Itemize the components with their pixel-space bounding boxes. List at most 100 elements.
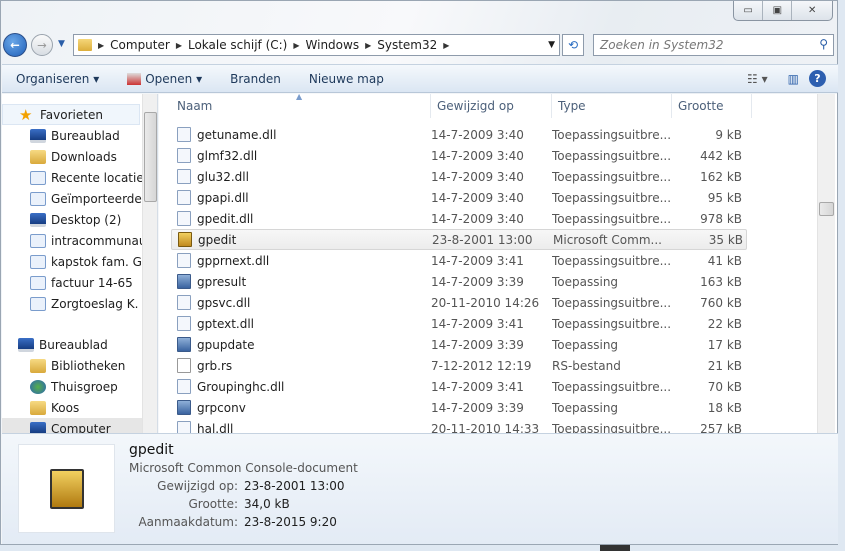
file-size: 442 kB bbox=[700, 148, 742, 163]
column-modified[interactable]: Gewijzigd op bbox=[431, 94, 552, 118]
search-icon[interactable]: ⚲ bbox=[819, 37, 828, 51]
details-field-label: Gewijzigd op: bbox=[157, 479, 238, 493]
new-folder-button[interactable]: Nieuwe map bbox=[295, 72, 398, 86]
file-row[interactable]: glmf32.dll 14-7-2009 3:40 Toepassingsuitbr… bbox=[171, 145, 747, 166]
file-date: 14-7-2009 3:41 bbox=[431, 253, 524, 268]
file-row[interactable]: gpsvc.dll 20-11-2010 14:26 Toepassingsuitb… bbox=[171, 292, 747, 313]
details-field-value: 23-8-2001 13:00 bbox=[244, 479, 345, 493]
minimize-button[interactable]: ▭ bbox=[734, 1, 764, 20]
history-dropdown-icon[interactable]: ▼ bbox=[58, 39, 65, 49]
nav-desktop-item[interactable]: Bibliotheken bbox=[2, 355, 125, 376]
file-row[interactable]: gpupdate 14-7-2009 3:39 Toepassing 17 kB bbox=[171, 334, 747, 355]
file-date: 14-7-2009 3:39 bbox=[431, 400, 524, 415]
shortcut-icon bbox=[30, 233, 46, 248]
file-list-scrollbar-thumb[interactable] bbox=[819, 202, 834, 216]
library-icon bbox=[30, 358, 46, 373]
nav-favorite-item[interactable]: Geïmporteerde af bbox=[2, 188, 157, 209]
column-size[interactable]: Grootte bbox=[672, 94, 752, 118]
breadcrumb-system32[interactable]: System32 bbox=[377, 38, 437, 52]
nav-favorite-item[interactable]: Zorgtoeslag K. Vo bbox=[2, 293, 157, 314]
file-size: 22 kB bbox=[707, 316, 742, 331]
maximize-button[interactable]: ▣ bbox=[763, 1, 793, 20]
file-row[interactable]: hal.dll 20-11-2010 14:33 Toepassingsuitbre… bbox=[171, 418, 747, 433]
shortcut-icon bbox=[30, 296, 46, 311]
breadcrumb-windows[interactable]: Windows bbox=[306, 38, 360, 52]
close-button[interactable]: ✕ bbox=[792, 1, 832, 20]
details-file-name: gpedit bbox=[129, 442, 174, 458]
nav-scrollbar-thumb[interactable] bbox=[144, 112, 157, 202]
nav-favorite-item[interactable]: Desktop (2) bbox=[2, 209, 121, 230]
dll-file-icon bbox=[177, 190, 191, 205]
file-date: 14-7-2009 3:41 bbox=[431, 379, 524, 394]
help-button[interactable]: ? bbox=[809, 70, 826, 87]
refresh-button[interactable]: ⟲ bbox=[562, 34, 584, 56]
nav-desktop-item[interactable]: Computer bbox=[2, 418, 142, 433]
breadcrumb-computer[interactable]: Computer bbox=[110, 38, 170, 52]
nav-desktop-item[interactable]: Koos bbox=[2, 397, 79, 418]
details-pane: gpedit Microsoft Common Console-document… bbox=[2, 433, 838, 544]
organize-button[interactable]: Organiseren ▾ bbox=[2, 72, 113, 86]
nav-favorite-item[interactable]: Recente locaties bbox=[2, 167, 150, 188]
exe-file-icon bbox=[177, 274, 191, 289]
nav-favorite-item[interactable]: kapstok fam. Gro bbox=[2, 251, 154, 272]
file-name: glu32.dll bbox=[197, 169, 249, 184]
file-list: Naam ▲ Gewijzigd op Type Grootte getunam… bbox=[159, 94, 837, 433]
file-row[interactable]: Groupinghc.dll 14-7-2009 3:41 Toepassingsu… bbox=[171, 376, 747, 397]
file-name: Groupinghc.dll bbox=[197, 379, 285, 394]
file-date: 14-7-2009 3:40 bbox=[431, 169, 524, 184]
file-name: hal.dll bbox=[197, 421, 234, 434]
burn-button[interactable]: Branden bbox=[216, 72, 295, 86]
file-name: grb.rs bbox=[197, 358, 233, 373]
desktop-icon bbox=[30, 128, 46, 143]
file-type: Toepassingsuitbre... bbox=[552, 211, 672, 226]
forward-button[interactable]: → bbox=[31, 34, 53, 56]
nav-desktop[interactable]: Bureaublad bbox=[2, 334, 108, 355]
desktop-icon bbox=[18, 337, 34, 352]
nav-favorites[interactable]: ★ Favorieten bbox=[2, 104, 140, 125]
details-file-type: Microsoft Common Console-document bbox=[129, 461, 358, 475]
file-row[interactable]: gpresult 14-7-2009 3:39 Toepassing 163 kB bbox=[171, 271, 747, 292]
file-row[interactable]: glu32.dll 14-7-2009 3:40 Toepassingsuitbre… bbox=[171, 166, 747, 187]
nav-favorite-item[interactable]: intracommunaut bbox=[2, 230, 151, 251]
breadcrumb-c-drive[interactable]: Lokale schijf (C:) bbox=[188, 38, 287, 52]
file-row[interactable]: gptext.dll 14-7-2009 3:41 Toepassingsuitbr… bbox=[171, 313, 747, 334]
file-list-scrollbar[interactable] bbox=[817, 94, 835, 433]
file-row[interactable]: gpedit.dll 14-7-2009 3:40 Toepassingsuitbr… bbox=[171, 208, 747, 229]
file-type: Toepassing bbox=[552, 337, 619, 352]
file-row[interactable]: grpconv 14-7-2009 3:39 Toepassing 18 kB bbox=[171, 397, 747, 418]
file-date: 14-7-2009 3:40 bbox=[431, 127, 524, 142]
nav-favorite-item[interactable]: factuur 14-65 bbox=[2, 272, 133, 293]
file-row[interactable]: grb.rs 7-12-2012 12:19 RS-bestand 21 kB bbox=[171, 355, 747, 376]
file-type: Toepassing bbox=[552, 400, 619, 415]
details-field-value: 23-8-2015 9:20 bbox=[244, 515, 337, 529]
address-bar[interactable]: ▶ Computer ▶ Lokale schijf (C:) ▶ Windows ▶… bbox=[73, 34, 560, 56]
file-size: 21 kB bbox=[707, 358, 742, 373]
file-type: RS-bestand bbox=[552, 358, 621, 373]
file-row[interactable]: gpprnext.dll 14-7-2009 3:41 Toepassingsuit… bbox=[171, 250, 747, 271]
details-field-value: 34,0 kB bbox=[244, 497, 290, 511]
file-date: 14-7-2009 3:40 bbox=[431, 190, 524, 205]
open-button[interactable]: Openen ▾ bbox=[113, 72, 216, 86]
nav-favorite-item[interactable]: Bureaublad bbox=[2, 125, 120, 146]
navigation-pane: ★ Favorieten Bureaublad Downloads Recente l… bbox=[2, 94, 158, 433]
view-options-button[interactable]: ☷ ▾ bbox=[747, 72, 778, 86]
nav-scrollbar[interactable] bbox=[142, 94, 157, 433]
file-date: 14-7-2009 3:39 bbox=[431, 274, 524, 289]
nav-desktop-item[interactable]: Thuisgroep bbox=[2, 376, 118, 397]
open-icon bbox=[127, 72, 142, 85]
address-dropdown-icon[interactable]: ▼ bbox=[548, 40, 555, 50]
file-name: gptext.dll bbox=[197, 316, 255, 331]
file-date: 14-7-2009 3:39 bbox=[431, 337, 524, 352]
file-date: 23-8-2001 13:00 bbox=[432, 232, 533, 247]
file-row[interactable]: gpedit 23-8-2001 13:00 Microsoft Comm... 35… bbox=[171, 229, 747, 250]
column-type[interactable]: Type bbox=[552, 94, 672, 118]
file-row[interactable]: getuname.dll 14-7-2009 3:40 Toepassingsuit… bbox=[171, 124, 747, 145]
nav-favorite-item[interactable]: Downloads bbox=[2, 146, 117, 167]
search-input[interactable]: Zoeken in System32 ⚲ bbox=[593, 34, 834, 56]
file-size: 162 kB bbox=[700, 169, 742, 184]
file-row[interactable]: gpapi.dll 14-7-2009 3:40 Toepassingsuitbre… bbox=[171, 187, 747, 208]
file-size: 18 kB bbox=[707, 400, 742, 415]
txt-file-icon bbox=[177, 358, 191, 373]
back-button[interactable]: ← bbox=[3, 33, 27, 57]
preview-pane-button[interactable]: ▥ bbox=[778, 72, 809, 86]
